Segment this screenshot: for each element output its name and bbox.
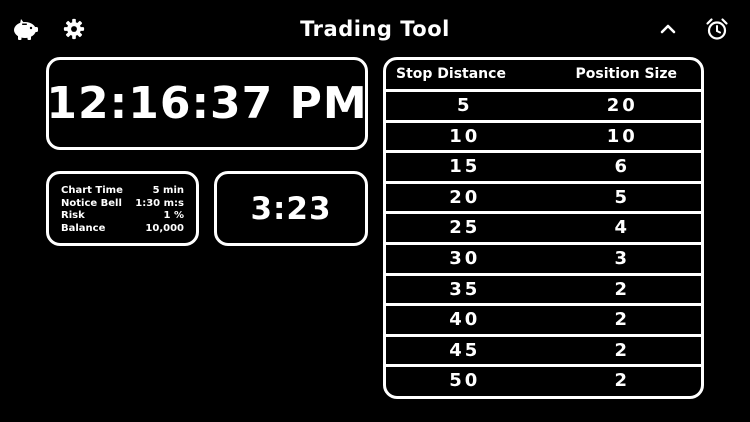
chevron-up-icon[interactable]	[653, 14, 683, 44]
table-row: 15 6	[386, 153, 701, 184]
app-title: Trading Tool	[300, 17, 450, 41]
table-row: 20 5	[386, 184, 701, 215]
setting-row-chart-time: Chart Time 5 min	[61, 185, 184, 198]
setting-label: Chart Time	[61, 185, 123, 196]
setting-value: 10,000	[145, 222, 184, 234]
current-time: 12:16:37 PM	[46, 78, 368, 129]
column-header-position-size: Position Size	[575, 66, 678, 82]
table-row: 10 10	[386, 123, 701, 154]
clock-panel: 12:16:37 PM	[46, 57, 368, 150]
position-size-table: Stop Distance Position Size 5 20 10 10 15 6…	[383, 57, 704, 399]
column-header-stop-distance: Stop Distance	[396, 66, 506, 82]
position-size-cell: 3	[614, 247, 631, 269]
table-header: Stop Distance Position Size	[386, 60, 701, 92]
setting-row-balance: Balance 10,000	[61, 223, 184, 236]
position-size-cell: 2	[614, 278, 631, 300]
setting-label: Balance	[61, 222, 106, 234]
position-size-cell: 6	[614, 156, 631, 178]
setting-value: 5 min	[152, 185, 184, 196]
setting-value: 1:30 m:s	[135, 197, 184, 209]
table-row: 30 3	[386, 245, 701, 276]
stop-distance-cell: 25	[449, 217, 481, 239]
table-row: 5 20	[386, 92, 701, 123]
setting-row-risk: Risk 1 %	[61, 210, 184, 223]
stop-distance-cell: 45	[449, 339, 481, 361]
table-row: 35 2	[386, 276, 701, 307]
position-size-cell: 2	[614, 339, 631, 361]
table-row: 50 2	[386, 367, 701, 396]
table-row: 40 2	[386, 306, 701, 337]
position-size-cell: 5	[614, 186, 631, 208]
setting-row-notice-bell: Notice Bell 1:30 m:s	[61, 198, 184, 211]
alarm-clock-icon[interactable]	[702, 14, 732, 44]
position-size-cell: 4	[614, 217, 631, 239]
stop-distance-cell: 20	[449, 186, 481, 208]
setting-label: Risk	[61, 210, 85, 221]
table-body: 5 20 10 10 15 6 20 5 25 4 30 3 35 2 40 2 45 2 50 2	[386, 92, 701, 396]
countdown-timer: 3:23	[250, 190, 332, 227]
table-row: 25 4	[386, 214, 701, 245]
stop-distance-cell: 50	[449, 370, 481, 392]
settings-summary-panel[interactable]: Chart Time 5 min Notice Bell 1:30 m:s Ri…	[46, 171, 199, 246]
stop-distance-cell: 5	[456, 95, 473, 116]
position-size-cell: 2	[614, 370, 631, 392]
stop-distance-cell: 35	[449, 278, 481, 300]
table-row: 45 2	[386, 337, 701, 368]
countdown-panel: 3:23	[214, 171, 368, 246]
stop-distance-cell: 15	[449, 156, 481, 178]
stop-distance-cell: 40	[449, 309, 481, 331]
position-size-cell: 10	[606, 125, 638, 147]
stop-distance-cell: 30	[449, 247, 481, 269]
setting-label: Notice Bell	[61, 197, 122, 209]
position-size-cell: 20	[606, 95, 638, 116]
position-size-cell: 2	[614, 309, 631, 331]
setting-value: 1 %	[163, 210, 184, 221]
stop-distance-cell: 10	[449, 125, 481, 147]
